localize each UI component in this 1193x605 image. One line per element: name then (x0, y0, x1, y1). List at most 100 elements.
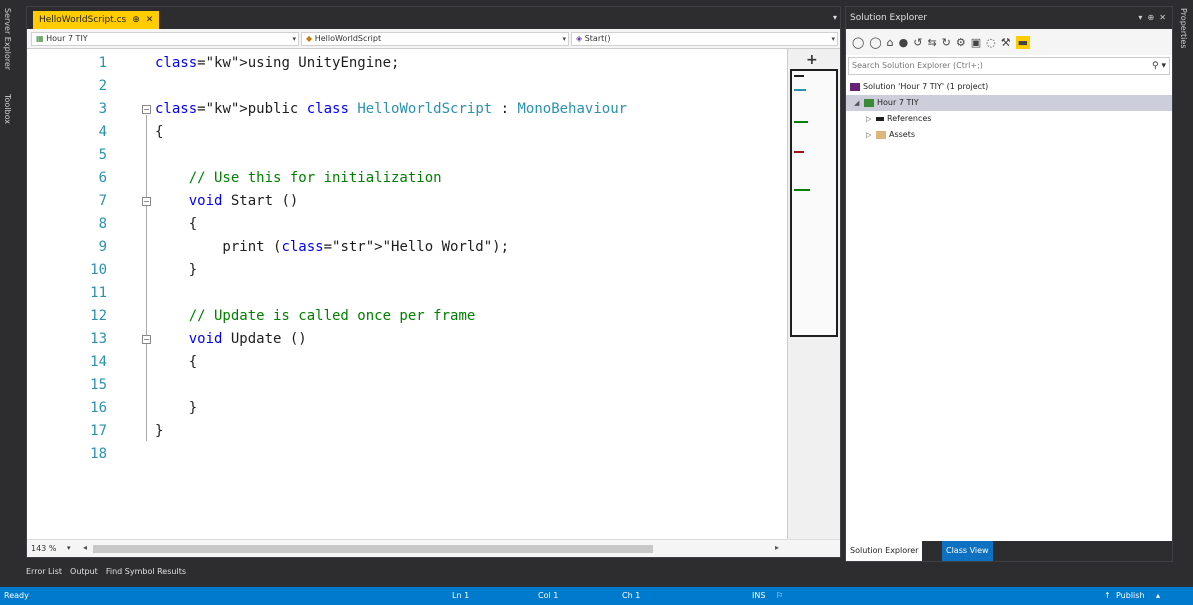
home-icon[interactable]: ⌂ (887, 36, 894, 49)
sync-icon[interactable]: ⇆ (927, 36, 936, 49)
tab-find-symbol-results[interactable]: Find Symbol Results (106, 563, 186, 581)
close-icon[interactable]: ✕ (146, 11, 154, 29)
right-tool-strip: Properties (1175, 0, 1193, 587)
tree-item-solution[interactable]: Solution 'Hour 7 TIY' (1 project) (846, 79, 1172, 95)
solution-explorer-title-bar: Solution Explorer ▾ ⊕ ✕ (846, 7, 1172, 29)
add-icon[interactable]: + (806, 52, 818, 68)
project-dropdown[interactable]: ▦ Hour 7 TIY ▾ (31, 32, 299, 46)
line-number: 4 (98, 124, 107, 140)
collapse-toggle[interactable]: − (142, 197, 151, 206)
zoom-level[interactable]: 143 % (31, 544, 56, 553)
tree-item-project[interactable]: ◢ Hour 7 TIY (846, 95, 1172, 111)
code-map-scrollbar[interactable]: + (787, 49, 840, 539)
line-number: 1 (98, 55, 107, 71)
preview-icon[interactable]: ▬ (1015, 35, 1031, 49)
panel-title: Solution Explorer (850, 13, 927, 23)
expand-arrow-icon[interactable]: ◢ (854, 95, 864, 111)
publish-button[interactable]: Publish (1116, 587, 1145, 605)
scroll-right-icon[interactable]: ▸ (775, 543, 779, 552)
pending-changes-icon[interactable]: ⚙ (956, 36, 966, 49)
class-dropdown[interactable]: ◆ HelloWorldScript ▾ (301, 32, 569, 46)
scroll-left-icon[interactable]: ◂ (83, 543, 87, 552)
code-text-area[interactable]: 1 2 3 4 5 6 7 8 9 10 11 12 13 14 15 16 1… (27, 49, 787, 539)
solution-explorer-tabs: Solution Explorer Class View (846, 541, 1172, 561)
line-number: 5 (98, 147, 107, 163)
status-ready: Ready (4, 591, 29, 600)
tree-item-label: Solution 'Hour 7 TIY' (1 project) (863, 82, 989, 91)
forward-icon[interactable]: ◯ (869, 36, 881, 49)
refresh-icon[interactable]: ↻ (942, 36, 951, 49)
code-line: class="kw">public class HelloWorldScript… (155, 101, 628, 117)
expand-arrow-icon[interactable]: ▷ (866, 127, 876, 143)
code-line: } (155, 262, 198, 278)
tab-class-view[interactable]: Class View (942, 541, 993, 561)
navigation-bar: ▦ Hour 7 TIY ▾ ◆ HelloWorldScript ▾ ◈ St… (27, 29, 840, 49)
chevron-down-icon: ▾ (292, 35, 296, 43)
project-dropdown-label: Hour 7 TIY (46, 34, 88, 43)
chevron-down-icon: ▾ (562, 35, 566, 43)
tab-error-list[interactable]: Error List (26, 563, 62, 581)
chevron-up-icon[interactable]: ▴ (1156, 587, 1160, 605)
toolbox-tab[interactable]: Toolbox (3, 94, 12, 124)
tree-item-label: Hour 7 TIY (877, 98, 919, 107)
history-icon[interactable]: ↺ (913, 36, 922, 49)
line-number: 14 (90, 354, 107, 370)
code-line: } (155, 400, 198, 416)
line-number: 18 (90, 446, 107, 462)
collapse-toggle[interactable]: − (142, 335, 151, 344)
scroll-thumb[interactable] (93, 545, 653, 553)
expand-arrow-icon[interactable]: ▷ (866, 111, 876, 127)
back-icon[interactable]: ◯ (852, 36, 864, 49)
code-line: void Start () (188, 193, 299, 209)
publish-icon[interactable]: ↑ (1104, 587, 1111, 605)
collapse-toggle[interactable]: − (142, 105, 151, 114)
status-insert-mode: INS (752, 591, 766, 600)
code-line: // Use this for initialization (188, 170, 442, 186)
line-number: 2 (98, 78, 107, 94)
solution-tree: Solution 'Hour 7 TIY' (1 project) ◢ Hour … (846, 79, 1172, 143)
tree-item-references[interactable]: ▷ References (846, 111, 1172, 127)
solution-search-input[interactable]: Search Solution Explorer (Ctrl+;) ⚲ ▾ (848, 57, 1170, 75)
tree-item-assets[interactable]: ▷ Assets (846, 127, 1172, 143)
file-tab[interactable]: HelloWorldScript.cs ⊕ ✕ (33, 11, 160, 29)
line-number: 7 (98, 193, 107, 209)
left-tool-strip: Server Explorer Toolbox (0, 0, 24, 587)
horizontal-scrollbar[interactable]: 143 % ▾ ◂ ▸ (27, 539, 840, 557)
properties-icon[interactable]: ⚒ (1001, 36, 1011, 49)
show-all-files-icon[interactable]: ◌ (986, 36, 996, 49)
map-viewport-thumb[interactable] (790, 69, 838, 337)
properties-tab[interactable]: Properties (1179, 8, 1188, 48)
panel-window-controls[interactable]: ▾ ⊕ ✕ (1138, 7, 1166, 29)
document-tab-bar: HelloWorldScript.cs ⊕ ✕ ▾ (27, 7, 840, 29)
code-line: { (155, 216, 198, 232)
notifications-icon[interactable]: ⚐ (776, 587, 783, 605)
tree-item-label: References (887, 114, 932, 123)
status-bar: Ready Ln 1 Col 1 Ch 1 INS ⚐ ↑ Publish ▴ (0, 587, 1193, 605)
project-icon (864, 98, 874, 107)
collapse-all-icon[interactable]: ▣ (971, 36, 981, 49)
folder-icon (876, 130, 886, 139)
unity-icon[interactable]: ● (899, 36, 909, 49)
line-number: 9 (98, 239, 107, 255)
pin-icon[interactable]: ⊕ (132, 11, 140, 29)
class-dropdown-label: HelloWorldScript (314, 34, 382, 43)
search-placeholder: Search Solution Explorer (Ctrl+;) (852, 61, 983, 70)
code-line: { (155, 354, 198, 370)
member-dropdown[interactable]: ◈ Start() ▾ (571, 32, 838, 46)
line-number: 12 (90, 308, 107, 324)
tab-dropdown-icon[interactable]: ▾ (833, 13, 837, 22)
ide-window: Server Explorer Toolbox Properties Hello… (0, 0, 1193, 605)
method-icon: ◈ (576, 34, 583, 43)
tab-output[interactable]: Output (70, 563, 98, 581)
status-column: Col 1 (538, 591, 559, 600)
chevron-down-icon[interactable]: ▾ (67, 544, 71, 552)
tree-item-label: Assets (889, 130, 916, 139)
search-icon[interactable]: ⚲ ▾ (1152, 58, 1166, 74)
server-explorer-tab[interactable]: Server Explorer (3, 8, 12, 70)
line-number: 8 (98, 216, 107, 232)
tab-solution-explorer[interactable]: Solution Explorer (846, 541, 923, 561)
